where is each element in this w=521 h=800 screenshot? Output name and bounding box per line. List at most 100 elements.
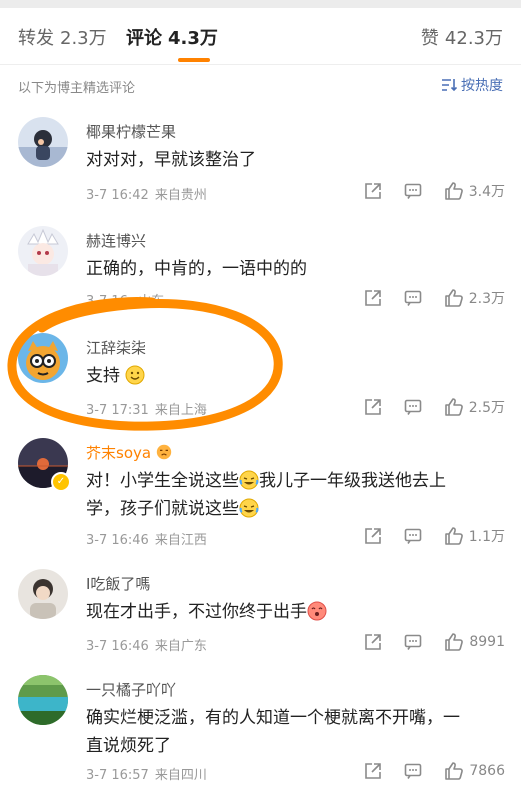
share-icon bbox=[364, 182, 382, 200]
comment-time: 3-7 16:42 bbox=[86, 188, 149, 203]
comment-meta: 3-7 16:57 来自四川 bbox=[86, 764, 207, 783]
username[interactable]: 一只橘子吖吖 bbox=[86, 679, 176, 700]
comment-actions: 2.3万 bbox=[342, 288, 505, 308]
username-text: 芥末soya bbox=[86, 444, 152, 462]
like-button[interactable]: 2.5万 bbox=[444, 397, 505, 417]
thumbs-up-icon bbox=[444, 761, 464, 781]
sort-icon bbox=[441, 78, 457, 92]
like-button[interactable]: 2.3万 bbox=[444, 288, 505, 308]
share-button[interactable] bbox=[364, 762, 382, 780]
laughing-tears-emoji-icon bbox=[239, 470, 259, 490]
share-icon bbox=[364, 289, 382, 307]
thumbs-up-icon bbox=[444, 181, 464, 201]
active-tab-indicator bbox=[178, 58, 210, 62]
blushing-face-emoji-icon bbox=[307, 601, 327, 621]
crying-face-icon bbox=[156, 444, 172, 460]
comment-text: 确实烂梗泛滥，有的人知道一个梗就离不开嘴，一 直说烦死了 bbox=[86, 704, 501, 760]
comment-location: 山东 bbox=[138, 294, 165, 309]
reply-button[interactable] bbox=[404, 762, 422, 780]
share-button[interactable] bbox=[364, 398, 382, 416]
comment-meta: 3-7 17:31 来自上海 bbox=[86, 399, 207, 418]
comment-location: 来自江西 bbox=[154, 533, 207, 548]
share-icon bbox=[364, 633, 382, 651]
tab-comment-label: 评论 bbox=[126, 28, 162, 49]
like-button[interactable]: 7866 bbox=[444, 761, 505, 781]
comment-text-part: 直说烦死了 bbox=[86, 736, 171, 756]
featured-comments-note: 以下为博主精选评论 bbox=[18, 81, 136, 96]
share-button[interactable] bbox=[364, 289, 382, 307]
username[interactable]: I吃飯了嗎 bbox=[86, 573, 150, 594]
like-button[interactable]: 1.1万 bbox=[444, 526, 505, 546]
tab-repost-label: 转发 bbox=[18, 28, 54, 49]
tab-like[interactable]: 赞 42.3万 bbox=[421, 24, 503, 50]
reply-button[interactable] bbox=[404, 633, 422, 651]
comment-time: 3-7 17:31 bbox=[86, 403, 149, 418]
share-icon bbox=[364, 398, 382, 416]
comment-bubble-icon bbox=[404, 762, 422, 780]
comment-actions: 7866 bbox=[342, 761, 505, 781]
thumbs-up-icon bbox=[444, 632, 464, 652]
comment-text-part: 支持 bbox=[86, 366, 120, 386]
comment-text: 对！小学生全说这些 我儿子一年级我送他去上 学，孩子们就说这些 bbox=[86, 467, 501, 523]
reply-button[interactable] bbox=[404, 527, 422, 545]
comment-bubble-icon bbox=[404, 398, 422, 416]
avatar[interactable] bbox=[18, 675, 68, 725]
username[interactable]: 赫连博兴 bbox=[86, 230, 146, 251]
comment-meta: 3-7 16:42 来自贵州 bbox=[86, 184, 207, 203]
like-count: 1.1万 bbox=[468, 529, 505, 545]
share-button[interactable] bbox=[364, 527, 382, 545]
avatar[interactable] bbox=[18, 226, 68, 276]
avatar[interactable] bbox=[18, 569, 68, 619]
comment-text-part: 确实烂梗泛滥，有的人知道一个梗就离不开嘴，一 bbox=[86, 708, 460, 728]
comment-bubble-icon bbox=[404, 182, 422, 200]
comment-meta: 3-7 16:46 来自江西 bbox=[86, 529, 207, 548]
tab-comment[interactable]: 评论 4.3万 bbox=[126, 24, 218, 50]
comment-text-part: 我儿子一年级我送他去上 bbox=[259, 471, 446, 491]
comment-bubble-icon bbox=[404, 289, 422, 307]
like-count: 8991 bbox=[469, 634, 505, 650]
sort-label: 按热度 bbox=[461, 78, 503, 94]
comment-text: 对对对，早就该整治了 bbox=[86, 150, 256, 170]
username[interactable]: 芥末soya bbox=[86, 442, 172, 463]
comment-text-part: 现在才出手，不过你终于出手 bbox=[86, 602, 307, 622]
sort-by-hot-button[interactable]: 按热度 bbox=[441, 75, 503, 95]
thumbs-up-icon bbox=[444, 526, 464, 546]
comment-time: 3-7 16:46 bbox=[86, 639, 149, 654]
thumbs-up-icon bbox=[444, 397, 464, 417]
tab-repost-count: 2.3万 bbox=[60, 28, 107, 49]
reply-button[interactable] bbox=[404, 289, 422, 307]
top-strip bbox=[0, 0, 521, 8]
comment-text: 正确的，中肯的，一语中的的 bbox=[86, 259, 307, 279]
comment-text: 现在才出手，不过你终于出手 bbox=[86, 598, 501, 626]
verified-badge-icon: ✓ bbox=[51, 472, 71, 492]
comment-meta: 3-7 16:46 来自广东 bbox=[86, 635, 207, 654]
share-icon bbox=[364, 762, 382, 780]
avatar[interactable] bbox=[18, 117, 68, 167]
like-button[interactable]: 3.4万 bbox=[444, 181, 505, 201]
tab-repost[interactable]: 转发 2.3万 bbox=[18, 24, 107, 50]
comment-actions: 1.1万 bbox=[342, 526, 505, 546]
like-count: 3.4万 bbox=[468, 184, 505, 200]
comment-text: 支持 bbox=[86, 362, 501, 390]
avatar[interactable] bbox=[18, 333, 68, 383]
username[interactable]: 椰果柠檬芒果 bbox=[86, 121, 176, 142]
reply-button[interactable] bbox=[404, 182, 422, 200]
comment-time: 3-7 16:46 bbox=[86, 533, 149, 548]
reply-button[interactable] bbox=[404, 398, 422, 416]
share-button[interactable] bbox=[364, 633, 382, 651]
share-button[interactable] bbox=[364, 182, 382, 200]
tab-bar: 转发 2.3万 评论 4.3万 赞 42.3万 bbox=[0, 8, 521, 64]
comment-location: 来自上海 bbox=[154, 403, 207, 418]
tab-like-count: 42.3万 bbox=[444, 28, 503, 49]
comment-location: 来自贵州 bbox=[154, 188, 207, 203]
username[interactable]: 江辞柒柒 bbox=[86, 337, 146, 358]
comment-meta: 3-7 16: 山东 bbox=[86, 290, 164, 309]
thumbs-up-icon bbox=[444, 288, 464, 308]
laughing-tears-emoji-icon bbox=[239, 498, 259, 518]
comment-time: 3-7 16: bbox=[86, 294, 133, 309]
like-button[interactable]: 8991 bbox=[444, 632, 505, 652]
divider bbox=[0, 64, 521, 65]
comment-text-part: 对！小学生全说这些 bbox=[86, 471, 239, 491]
tab-like-label: 赞 bbox=[420, 28, 439, 49]
comment-text-part: 学，孩子们就说这些 bbox=[86, 499, 239, 519]
